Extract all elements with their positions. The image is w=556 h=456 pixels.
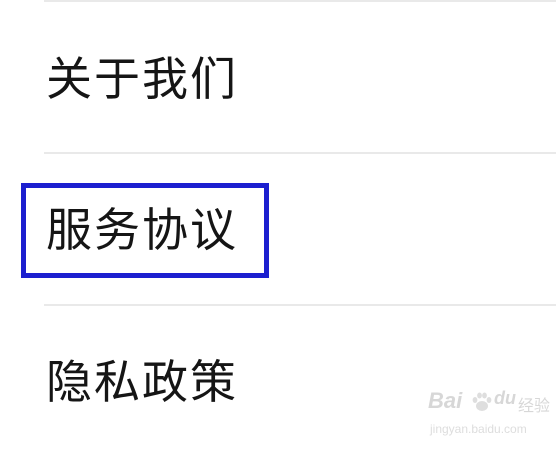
menu-item-label: 隐私政策	[46, 355, 238, 409]
menu-item-privacy-policy[interactable]: 隐私政策	[0, 306, 556, 456]
menu-item-service-agreement[interactable]: 服务协议	[0, 154, 556, 304]
menu-item-label: 服务协议	[46, 203, 238, 257]
menu-item-about-us[interactable]: 关于我们	[0, 2, 556, 152]
menu-item-label: 关于我们	[46, 52, 238, 106]
settings-menu-list: 关于我们 服务协议 隐私政策	[0, 0, 556, 456]
